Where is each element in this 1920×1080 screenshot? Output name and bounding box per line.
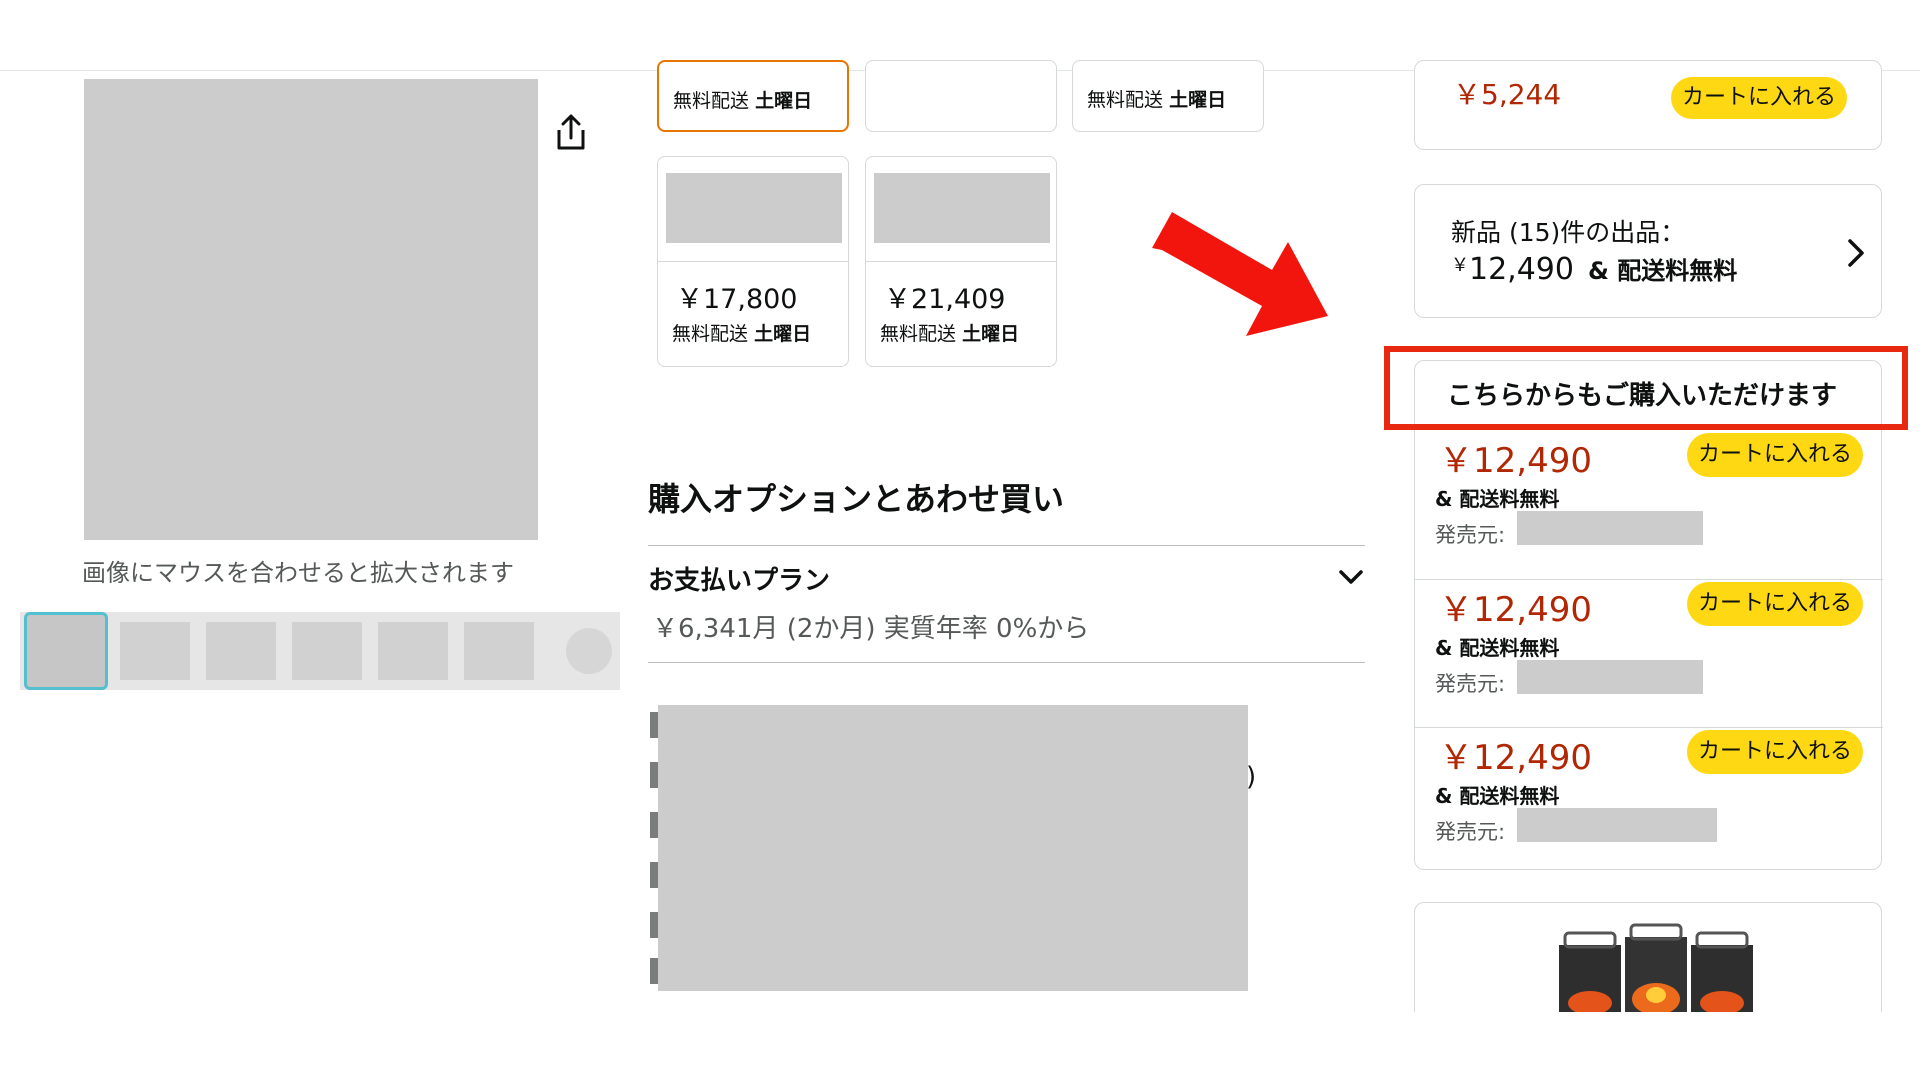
purchase-options-title: 購入オプションとあわせ買い — [648, 480, 1065, 518]
other-sellers-card: こちらからもご購入いただけます ￥12,490 カートに入れる & 配送料無料 … — [1414, 360, 1883, 870]
variant-image — [666, 173, 842, 243]
variant-shipping: 無料配送 土曜日 — [672, 323, 812, 345]
thumbnail[interactable] — [292, 622, 362, 680]
payment-plan-label[interactable]: お支払いプラン — [648, 560, 830, 597]
seller-label: 発売元: — [1435, 672, 1506, 696]
new-offers-price: ￥12,490 & 配送料無料 — [1451, 252, 1738, 287]
add-to-cart-button[interactable]: カートに入れる — [1687, 582, 1863, 626]
seller-label: 発売元: — [1435, 820, 1506, 844]
variant-shipping: 無料配送 土曜日 — [1087, 89, 1227, 111]
payment-plan-value: ￥6,341月 (2か月) 実質年率 0%から — [652, 614, 1090, 644]
chevron-down-icon[interactable] — [1336, 562, 1366, 592]
new-offers-title: 新品 (15)件の出品： — [1451, 218, 1686, 247]
thumbnail[interactable] — [464, 622, 534, 680]
variant-option[interactable]: ￥17,800 無料配送 土曜日 — [657, 156, 849, 367]
offer-shipping: & 配送料無料 — [1435, 784, 1560, 808]
thumbnail-selected[interactable] — [24, 612, 108, 690]
details-fragment: ) — [1246, 762, 1257, 792]
thumbnail-next-button[interactable] — [566, 628, 612, 674]
share-icon[interactable] — [553, 112, 589, 152]
annotation-arrow-icon — [1152, 212, 1328, 336]
buybox-card: ￥5,244 カートに入れる — [1414, 60, 1882, 150]
variant-shipping: 無料配送 土曜日 — [673, 90, 813, 112]
price: ￥5,244 — [1453, 78, 1562, 111]
variant-price: ￥17,800 — [676, 284, 798, 315]
chevron-right-icon[interactable] — [1845, 235, 1867, 271]
new-offers-card[interactable]: 新品 (15)件の出品： ￥12,490 & 配送料無料 — [1414, 184, 1882, 318]
add-to-cart-button[interactable]: カートに入れる — [1687, 433, 1863, 477]
zoom-hint: 画像にマウスを合わせると拡大されます — [82, 559, 514, 587]
seller-name-redacted — [1517, 660, 1703, 694]
product-image — [1559, 923, 1753, 1013]
variant-option-selected[interactable]: 無料配送 土曜日 — [657, 60, 849, 132]
offer-price: ￥12,490 — [1439, 590, 1592, 630]
add-to-cart-button[interactable]: カートに入れる — [1687, 730, 1863, 774]
annotation-highlight-box — [1384, 346, 1908, 430]
add-to-cart-button[interactable]: カートに入れる — [1671, 77, 1847, 119]
seller-label: 発売元: — [1435, 523, 1506, 547]
variant-price: ￥21,409 — [884, 284, 1006, 315]
divider — [648, 545, 1365, 546]
divider — [648, 662, 1365, 663]
seller-name-redacted — [1517, 808, 1717, 842]
divider — [866, 261, 1056, 262]
page-bottom-strip — [0, 1012, 1920, 1080]
thumbnail[interactable] — [120, 622, 190, 680]
offer-price: ￥12,490 — [1439, 738, 1592, 778]
variant-option[interactable]: ￥21,409 無料配送 土曜日 — [865, 156, 1057, 367]
seller-offer: ￥12,490 カートに入れる & 配送料無料 発売元: — [1415, 431, 1883, 579]
thumbnail-strip — [20, 612, 620, 690]
seller-name-redacted — [1517, 511, 1703, 545]
variant-option[interactable] — [865, 60, 1057, 132]
variant-option[interactable]: 無料配送 土曜日 — [1072, 60, 1264, 132]
offer-shipping: & 配送料無料 — [1435, 487, 1560, 511]
offer-price: ￥12,490 — [1439, 441, 1592, 481]
seller-offer: ￥12,490 カートに入れる & 配送料無料 発売元: — [1415, 579, 1883, 727]
thumbnail[interactable] — [378, 622, 448, 680]
divider — [658, 261, 848, 262]
product-details-redacted — [658, 705, 1248, 991]
product-main-image[interactable] — [84, 79, 538, 540]
thumbnail[interactable] — [206, 622, 276, 680]
offer-shipping: & 配送料無料 — [1435, 636, 1560, 660]
variant-shipping: 無料配送 土曜日 — [880, 323, 1020, 345]
seller-offer: ￥12,490 カートに入れる & 配送料無料 発売元: — [1415, 727, 1883, 875]
variant-image — [874, 173, 1050, 243]
